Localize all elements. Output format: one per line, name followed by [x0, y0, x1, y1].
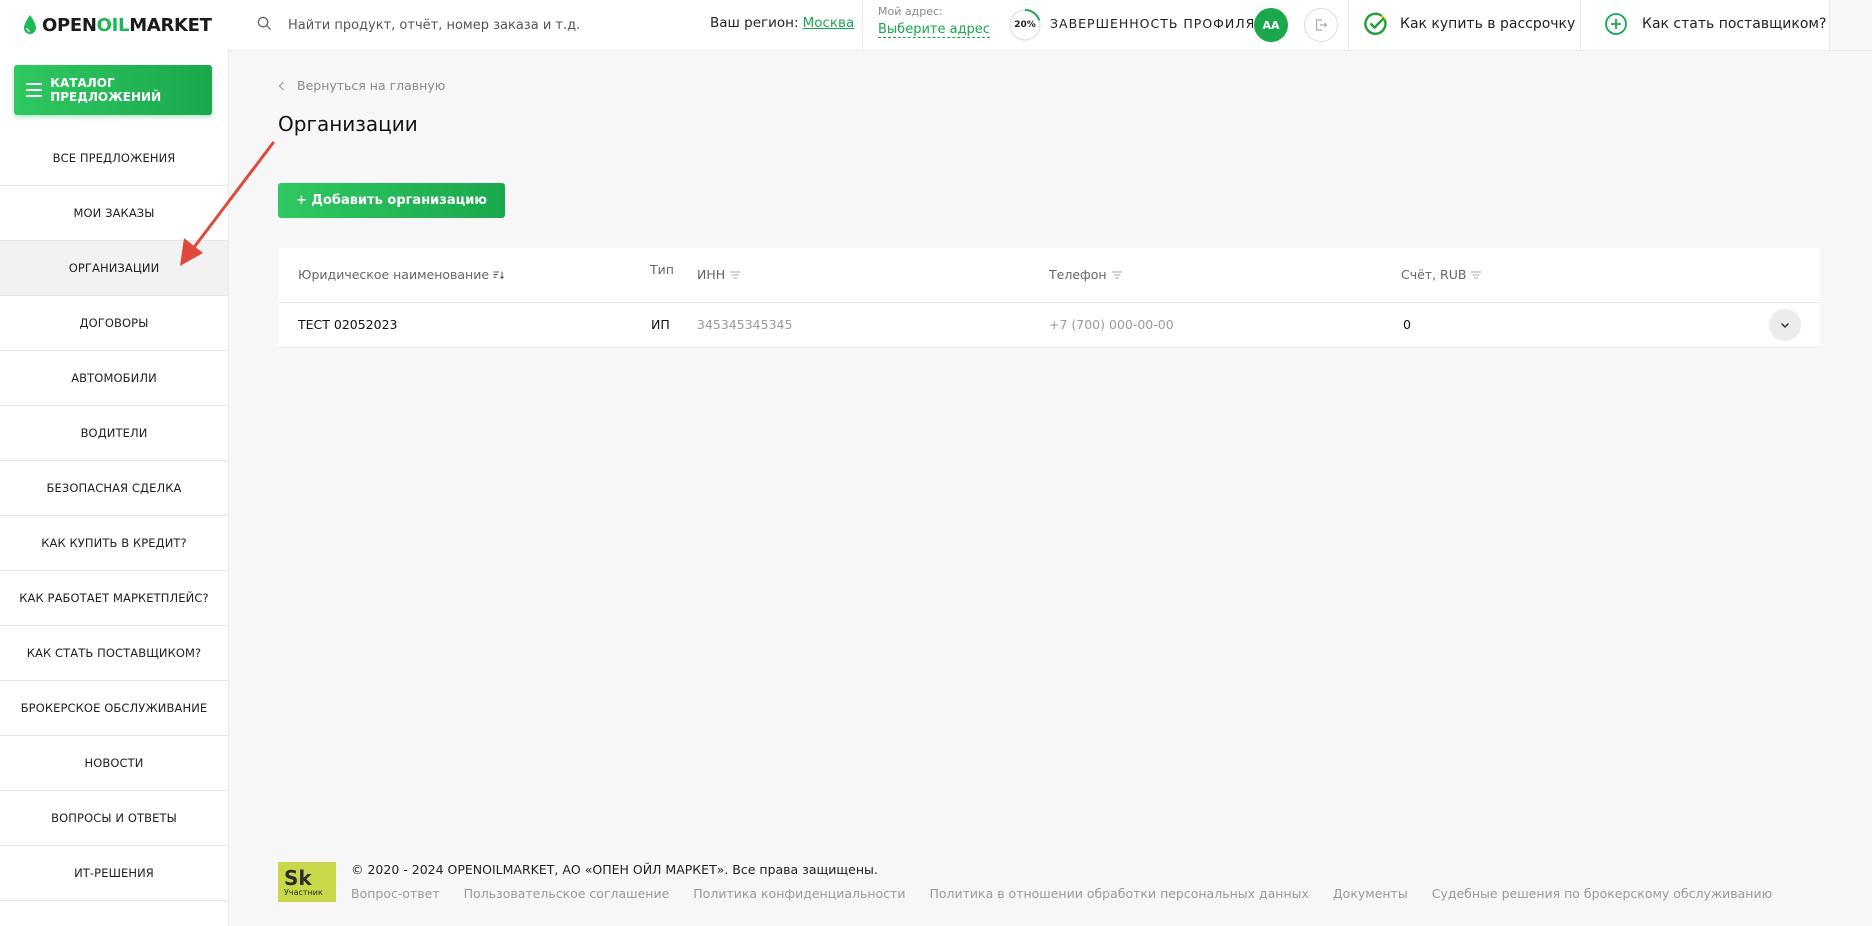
footer-link-court-decisions[interactable]: Судебные решения по брокерскому обслужив… — [1432, 886, 1772, 901]
search-icon — [257, 16, 272, 31]
logout-icon — [1315, 19, 1328, 31]
hamburger-icon — [26, 83, 43, 97]
become-supplier-label: Как стать поставщиком? — [1642, 16, 1827, 32]
table-header: Юридическое наименование Тип ИНН Телефон… — [278, 248, 1820, 303]
region-label: Ваш регион: — [710, 15, 799, 31]
back-link-label: Вернуться на главную — [297, 78, 446, 93]
skolkovo-logo-mark: Sk — [284, 865, 312, 890]
cell-inn: 345345345345 — [697, 317, 793, 332]
logo-text-open: OPEN — [42, 14, 97, 36]
back-link[interactable]: Вернуться на главную — [278, 78, 445, 93]
table-row[interactable]: ТЕСТ 02052023 ИП 345345345345 +7 (700) 0… — [278, 303, 1820, 348]
expand-row-button[interactable] — [1769, 309, 1801, 341]
sidebar-item-drivers[interactable]: ВОДИТЕЛИ — [0, 406, 228, 461]
sidebar-item-it-solutions[interactable]: ИТ-РЕШЕНИЯ — [0, 846, 228, 901]
region-link[interactable]: Москва — [803, 15, 855, 31]
sidebar-item-become-supplier[interactable]: КАК СТАТЬ ПОСТАВЩИКОМ? — [0, 626, 228, 681]
column-header-name-label: Юридическое наименование — [298, 267, 490, 282]
sidebar-item-my-orders[interactable]: МОИ ЗАКАЗЫ — [0, 186, 228, 241]
cell-account: 0 — [1403, 317, 1411, 332]
column-header-name[interactable]: Юридическое наименование — [298, 267, 505, 282]
sidebar-item-safe-deal[interactable]: БЕЗОПАСНАЯ СДЕЛКА — [0, 461, 228, 516]
footer-link-faq[interactable]: Вопрос-ответ — [351, 886, 440, 901]
sidebar-item-contracts[interactable]: ДОГОВОРЫ — [0, 296, 228, 351]
sidebar-item-how-marketplace-works[interactable]: КАК РАБОТАЕТ МАРКЕТПЛЕЙС? — [0, 571, 228, 626]
column-header-type: Тип — [650, 262, 674, 277]
catalog-button-label: КАТАЛОГ ПРЕДЛОЖЕНИЙ — [50, 76, 162, 104]
column-header-phone[interactable]: Телефон — [1049, 267, 1123, 282]
header-divider — [1348, 0, 1349, 50]
chevron-left-icon — [278, 81, 284, 90]
sidebar-item-brokerage[interactable]: БРОКЕРСКОЕ ОБСЛУЖИВАНИЕ — [0, 681, 228, 736]
sort-icon — [1471, 270, 1482, 279]
choose-address-link[interactable]: Выберите адрес — [878, 22, 990, 38]
sidebar-item-faq[interactable]: ВОПРОСЫ И ОТВЕТЫ — [0, 791, 228, 846]
logo[interactable]: OPENOILMARKET — [22, 13, 212, 37]
skolkovo-logo-caption: Участник — [284, 887, 323, 897]
sidebar-item-organizations[interactable]: ОРГАНИЗАЦИИ — [0, 241, 228, 296]
sidebar-item-credit[interactable]: КАК КУПИТЬ В КРЕДИТ? — [0, 516, 228, 571]
plus-circle-icon — [1605, 13, 1627, 35]
column-header-account[interactable]: Счёт, RUB — [1401, 267, 1482, 282]
column-header-inn-label: ИНН — [697, 267, 726, 282]
footer-link-documents[interactable]: Документы — [1333, 886, 1408, 901]
logout-button[interactable] — [1304, 8, 1338, 42]
sort-icon — [730, 270, 741, 279]
logo-text-oil: OIL — [96, 14, 130, 36]
footer-link-personal-data-policy[interactable]: Политика в отношении обработки персональ… — [929, 886, 1308, 901]
scrollbar-track[interactable] — [1829, 0, 1872, 50]
sidebar-nav: ВСЕ ПРЕДЛОЖЕНИЯ МОИ ЗАКАЗЫ ОРГАНИЗАЦИИ Д… — [0, 130, 228, 901]
installment-link[interactable]: Как купить в рассрочку — [1364, 12, 1575, 36]
chevron-down-icon — [1780, 322, 1790, 328]
catalog-button[interactable]: КАТАЛОГ ПРЕДЛОЖЕНИЙ — [14, 65, 212, 115]
footer-links: Вопрос-ответ Пользовательское соглашение… — [351, 886, 1772, 901]
column-header-phone-label: Телефон — [1049, 267, 1107, 282]
sber-check-icon — [1364, 12, 1387, 35]
sidebar: OPENOILMARKET КАТАЛОГ ПРЕДЛОЖЕНИЙ ВСЕ ПР… — [0, 0, 229, 926]
address-label: Мой адрес: — [878, 5, 943, 18]
cell-phone: +7 (700) 000-00-00 — [1049, 317, 1174, 332]
column-header-inn[interactable]: ИНН — [697, 267, 741, 282]
header-divider — [862, 0, 863, 50]
sidebar-item-vehicles[interactable]: АВТОМОБИЛИ — [0, 351, 228, 406]
sort-icon — [1111, 270, 1122, 279]
profile-completeness-label[interactable]: ЗАВЕРШЕННОСТЬ ПРОФИЛЯ — [1050, 16, 1255, 31]
become-supplier-link[interactable]: Как стать поставщиком? — [1604, 12, 1826, 36]
page-title: Организации — [278, 112, 418, 136]
top-header: Ваш регион:Москва Мой адрес: Выберите ад… — [228, 0, 1872, 51]
logo-text-market: MARKET — [129, 14, 212, 36]
sidebar-item-all-offers[interactable]: ВСЕ ПРЕДЛОЖЕНИЯ — [0, 130, 228, 186]
profile-progress-percent: 20% — [1014, 20, 1036, 30]
oil-drop-icon — [24, 15, 36, 34]
organizations-table: Юридическое наименование Тип ИНН Телефон… — [278, 248, 1820, 348]
add-organization-button[interactable]: + Добавить организацию — [278, 183, 505, 218]
avatar[interactable]: АА — [1254, 8, 1288, 42]
search-input[interactable] — [286, 12, 650, 38]
installment-label: Как купить в рассрочку — [1400, 16, 1576, 32]
footer-link-privacy-policy[interactable]: Политика конфиденциальности — [693, 886, 905, 901]
cell-name: ТЕСТ 02052023 — [298, 317, 398, 332]
cell-type: ИП — [651, 317, 670, 332]
sidebar-item-news[interactable]: НОВОСТИ — [0, 736, 228, 791]
header-divider — [1580, 0, 1581, 50]
region-selector: Ваш регион: Москва — [710, 15, 854, 31]
footer-link-user-agreement[interactable]: Пользовательское соглашение — [464, 886, 670, 901]
copyright-text: © 2020 - 2024 OPENOILMARKET, АО «ОПЕН ОЙ… — [351, 862, 878, 877]
sort-desc-icon — [493, 270, 505, 279]
skolkovo-logo: Sk Участник — [278, 862, 336, 902]
column-header-account-label: Счёт, RUB — [1401, 267, 1467, 282]
